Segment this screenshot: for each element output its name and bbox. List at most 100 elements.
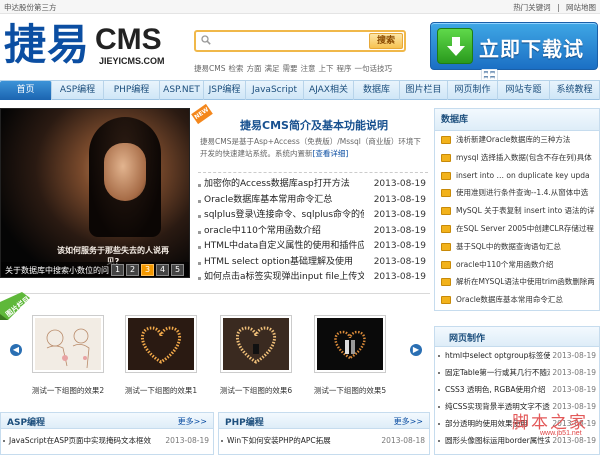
download-arrow-icon [437,28,473,64]
hot-word-link[interactable]: 注意 [300,64,315,73]
gallery-caption[interactable]: 测试一下组图的效果5 [300,385,400,396]
sitemap-link[interactable]: 网站地图 [566,3,596,12]
database-list-item[interactable]: 使用准则进行条件查询--1.4.从窗体中选 [435,184,599,202]
database-item-title: 使用准则进行条件查询--1.4.从窗体中选 [456,188,589,198]
hot-word-link[interactable]: 检索 [228,64,243,73]
article-item[interactable]: 加密你的Access数据库asp打开方法 2013-08-19 [198,177,426,193]
database-list-item[interactable]: insert into … on duplicate key upda [435,167,599,185]
article-item[interactable]: HTML中data自定义属性的使用和插件应 2013-08-19 [198,239,426,255]
article-title: sqlplus登录\连接命令、sqlplus命令的使 [204,210,364,220]
article-item[interactable]: HTML select option基础理解及使用 2013-08-19 [198,255,426,271]
slideshow[interactable]: 该如何服务于那些失去的人说再见? 关于数据库中搜索小数位的问题 12345 [0,108,190,278]
gallery-caption[interactable]: 测试一下组图的效果2 [18,385,118,396]
nav-item[interactable]: 系统教程 [550,81,600,100]
nav-item[interactable]: 图片栏目 [400,81,448,100]
article-date: 2013-08-19 [373,241,426,251]
database-list-item[interactable]: Oracle数据库基本常用命令汇总 [435,291,599,309]
gallery-caption[interactable]: 测试一下组图的效果1 [111,385,211,396]
hot-keywords-link[interactable]: 热门关键词 [513,3,551,12]
database-item-title: 解析在MYSQL语法中使用trim函数删除两 [456,277,595,287]
nav-item[interactable]: ASP.NET [160,81,204,100]
database-item-title: insert into … on duplicate key upda [456,170,590,180]
hot-word-link[interactable]: 程序 [336,64,351,73]
slide-page-button[interactable]: 3 [141,264,154,276]
gallery-prev-arrow[interactable]: ◀ [10,344,22,356]
nav-item[interactable]: 网站专题 [498,81,550,100]
database-item-icon [441,136,451,144]
database-panel-title: 数据库 [435,109,599,131]
nav-item[interactable]: ASP编程 [52,81,104,100]
nav-item[interactable]: JavaScript [246,81,304,100]
article-title: HTML select option基础理解及使用 [204,256,353,267]
gallery-thumb[interactable] [32,315,104,373]
article-item[interactable]: 如何点击a标签实现弹出input file上传文 2013-08-19 [198,270,426,286]
view-details-link[interactable]: [查看详细] [313,149,349,158]
nav-item[interactable]: 数据库 [354,81,400,100]
slide-page-button[interactable]: 4 [156,264,169,276]
slide-page-button[interactable]: 5 [171,264,184,276]
article-item[interactable]: oracle中110个常用函数介绍 2013-08-19 [198,224,426,240]
hot-word-link[interactable]: 一句话技巧 [354,64,392,73]
list-item-title: 固定Table第一行或其几行不随滚 [445,368,555,377]
gallery-next-arrow[interactable]: ▶ [410,344,422,356]
database-item-icon [441,207,451,216]
database-item-title: mysql 选择插入数据(包含不存在列)具体 [456,152,592,162]
slide-caption[interactable]: 关于数据库中搜索小数位的问题 [5,265,109,276]
php-more-link[interactable]: 更多>> [394,416,423,427]
database-list-item[interactable]: oracle中110个常用函数介绍 [435,256,599,274]
hot-word-link[interactable]: 方面 [246,64,261,73]
nav-item[interactable]: 首页 [0,81,52,100]
list-item-date: 2013-08-19 [550,347,596,364]
database-list-item[interactable]: 在SQL Server 2005中创建CLR存储过程 [435,220,599,238]
list-item[interactable]: JavaScript在ASP页面中实现掩码文本框效 2013-08-19 [1,434,213,448]
database-list-item[interactable]: MySQL 关于表复制 insert into 语法的详 [435,202,599,220]
hot-word-link[interactable]: 上下 [318,64,333,73]
logo-english[interactable]: CMS [95,24,162,56]
slide-image-face [104,143,146,201]
list-item[interactable]: CSS3 透明色, RGBA使用介绍 2013-08-19 [435,381,599,398]
list-item[interactable]: 固定Table第一行或其几行不随滚 2013-08-19 [435,364,599,381]
list-item-date: 2013-08-18 [381,436,425,445]
gallery-image-candles [223,318,289,370]
nav-item[interactable]: PHP编程 [104,81,160,100]
database-list-item[interactable]: 浅析新建Oracle数据库的三种方法 [435,131,599,149]
nav-item[interactable]: JSP编程 [204,81,246,100]
gallery-thumb[interactable] [314,315,386,373]
article-item[interactable]: Oracle数据库基本常用命令汇总 2013-08-19 [198,193,426,209]
list-item[interactable]: html中select optgroup标签使用介 2013-08-19 [435,347,599,364]
hot-word-link[interactable]: 需要 [282,64,297,73]
asp-panel-title: ASP编程 [7,418,46,428]
hot-word-link[interactable]: 捷易CMS [194,64,225,73]
list-item[interactable]: Win下如何安装PHP的APC拓展 2013-08-18 [219,434,429,448]
gallery-caption[interactable]: 测试一下组图的效果6 [206,385,306,396]
database-list-item[interactable]: 基于SQL中的数据查询语句汇总 [435,238,599,256]
article-date: 2013-08-19 [373,272,426,282]
search-button[interactable]: 搜索 [369,33,403,49]
asp-more-link[interactable]: 更多>> [178,416,207,427]
article-title: 如何点击a标签实现弹出input file上传文 [204,272,364,282]
database-list-item[interactable]: mysql 选择插入数据(包含不存在列)具体 [435,149,599,167]
download-trial-button[interactable]: 立即下载试用 [430,22,598,90]
top-links: 热门关键词 | 网站地图 [509,2,596,13]
search-box[interactable]: 搜索 [194,30,406,52]
article-date: 2013-08-19 [373,256,426,267]
hot-word-link[interactable]: 满足 [264,64,279,73]
nav-item[interactable]: 网页制作 [448,81,498,100]
slide-page-button[interactable]: 1 [111,264,124,276]
intro-title[interactable]: 捷易CMS简介及基本功能说明 [200,117,428,133]
database-list: 浅析新建Oracle数据库的三种方法 mysql 选择插入数据(包含不存在列)具体… [435,131,599,309]
database-item-title: 浅析新建Oracle数据库的三种方法 [456,135,571,144]
database-list-item[interactable]: 解析在MYSQL语法中使用trim函数删除两 [435,273,599,291]
gallery-thumb[interactable] [125,315,197,373]
gallery-thumb[interactable] [220,315,292,373]
nav-item[interactable]: AJAX相关 [304,81,354,100]
php-panel: PHP编程 更多>> Win下如何安装PHP的APC拓展 2013-08-18 [218,412,430,455]
list-item-title: JavaScript在ASP页面中实现掩码文本框效 [9,436,152,445]
article-item[interactable]: sqlplus登录\连接命令、sqlplus命令的使 2013-08-19 [198,208,426,224]
slide-page-button[interactable]: 2 [126,264,139,276]
article-title: 加密你的Access数据库asp打开方法 [204,179,350,189]
list-item-title: 圆形头像图标运用border属性实现 [445,436,560,445]
logo-chinese[interactable]: 捷易 [4,22,90,68]
database-item-title: MySQL 关于表复制 insert into 语法的详 [456,206,595,216]
php-panel-title: PHP编程 [225,418,264,428]
